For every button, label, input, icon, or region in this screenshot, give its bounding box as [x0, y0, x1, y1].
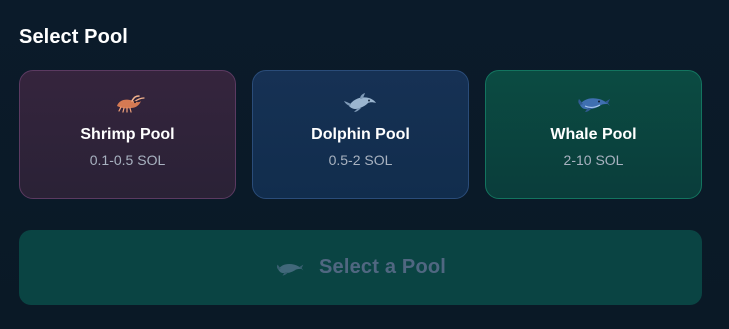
pool-name: Whale Pool — [550, 126, 637, 143]
pool-card-whale[interactable]: Whale Pool 2-10 SOL — [485, 70, 702, 199]
pool-selector: Select Pool Shrimp Pool 0.1-0.5 SOL Dolp… — [0, 0, 729, 329]
select-pool-button-label: Select a Pool — [318, 256, 447, 278]
pool-name: Dolphin Pool — [311, 126, 410, 143]
pool-card-shrimp[interactable]: Shrimp Pool 0.1-0.5 SOL — [19, 70, 236, 199]
pool-card-dolphin[interactable]: Dolphin Pool 0.5-2 SOL — [252, 70, 469, 199]
shrimp-icon — [116, 95, 145, 113]
whale-icon — [577, 98, 610, 112]
pool-grid: Shrimp Pool 0.1-0.5 SOL Dolphin Pool 0.5… — [19, 70, 702, 199]
whale-icon — [276, 263, 304, 275]
pool-range: 2-10 SOL — [563, 152, 624, 168]
dolphin-icon — [343, 93, 376, 112]
pool-range: 0.5-2 SOL — [328, 152, 393, 168]
pool-range: 0.1-0.5 SOL — [89, 152, 166, 168]
page-title: Select Pool — [19, 26, 128, 48]
pool-name: Shrimp Pool — [80, 126, 175, 143]
select-pool-button[interactable]: Select a Pool — [19, 230, 702, 305]
